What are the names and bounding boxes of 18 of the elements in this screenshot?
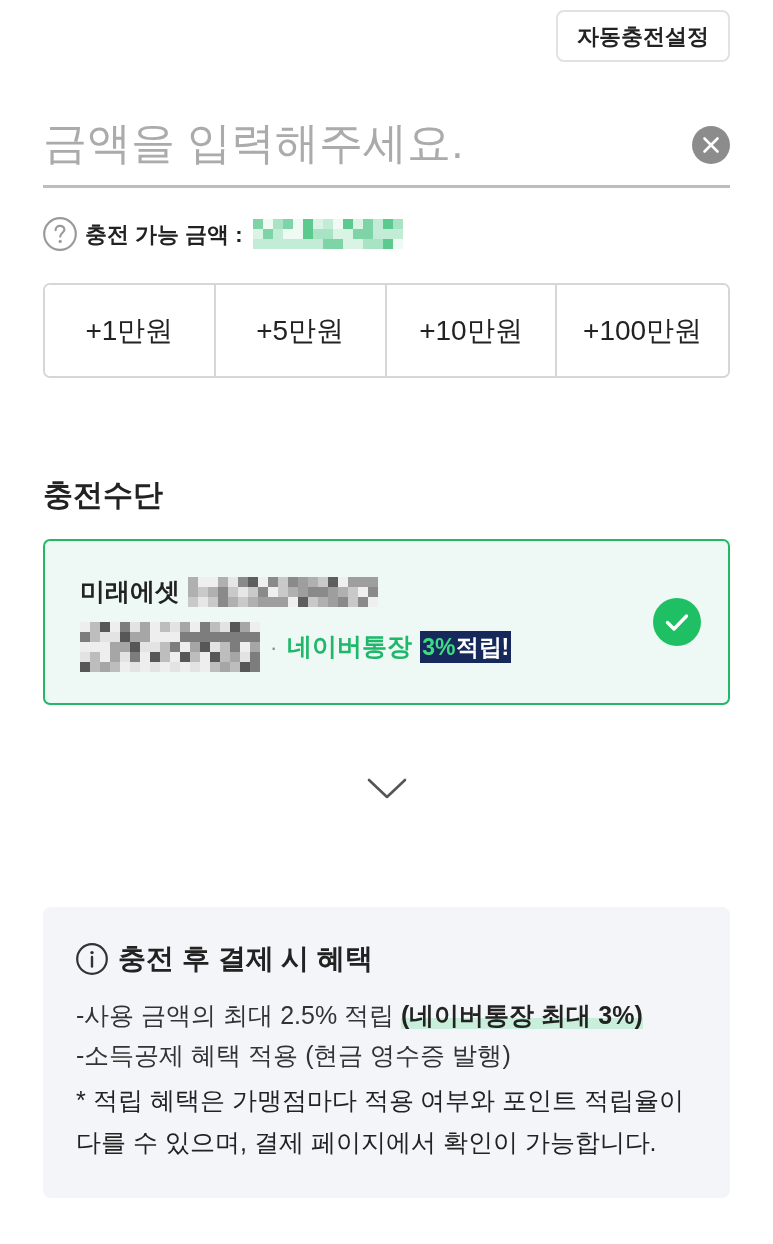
available-amount-label: 충전 가능 금액 : [85, 220, 243, 249]
benefit-line: -소득공제 혜택 적용 (현금 영수증 발행) [76, 1040, 512, 1071]
help-icon[interactable] [43, 217, 77, 251]
benefit-line: -사용 금액의 최대 2.5% 적립 (네이버통장 최대 3%) [76, 1000, 644, 1031]
add-amount-button[interactable]: +1만원 [45, 285, 216, 376]
benefits-title: 충전 후 결제 시 혜택 [118, 942, 374, 976]
payment-method-card[interactable]: 미래에셋 · 네이버통장 3%적립! [43, 539, 730, 705]
promo-badge: 3%적립! [420, 631, 512, 663]
benefit-note: * 적립 혜택은 가맹점마다 적용 여부와 포인트 적립율이 다를 수 있으며, 결제 페이지에서 확인이 가능합니다. [76, 1085, 686, 1158]
separator-dot: · [270, 633, 278, 662]
bank-name: 미래에셋 [80, 576, 180, 608]
section-title: 충전수단 [43, 477, 164, 513]
amount-input[interactable]: 금액을 입력해주세요. [43, 100, 730, 188]
info-icon [76, 943, 108, 975]
benefit-label: 네이버통장 [287, 631, 413, 663]
auto-charge-button[interactable]: 자동충전설정 [556, 10, 730, 62]
chevron-icon[interactable] [366, 778, 407, 800]
clear-icon[interactable] [692, 126, 730, 164]
